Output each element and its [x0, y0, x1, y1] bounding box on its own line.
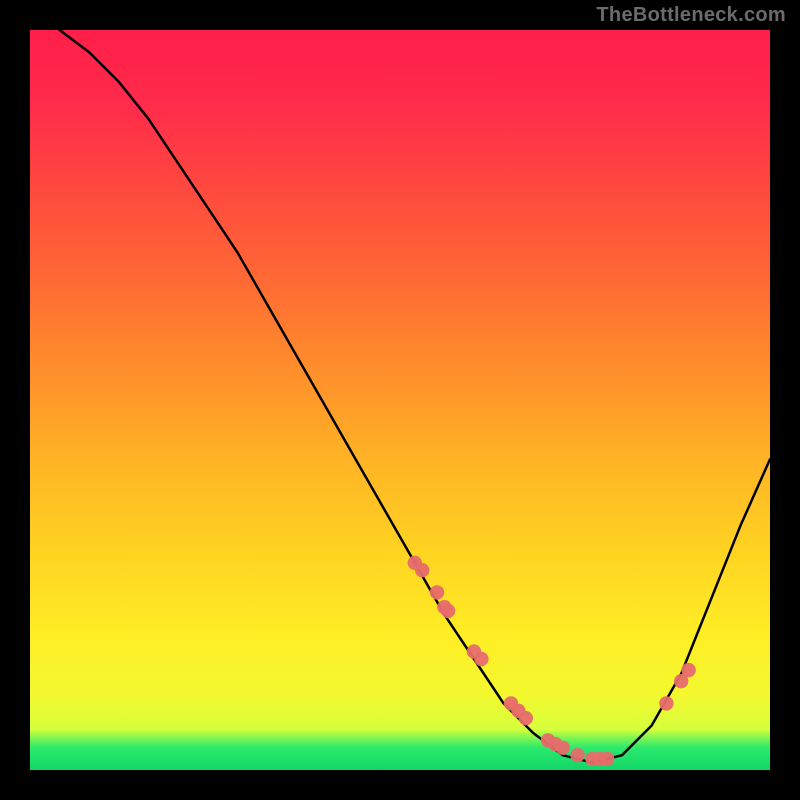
data-point: [570, 748, 584, 762]
data-point: [600, 752, 614, 766]
data-point: [474, 652, 488, 666]
plot-area: [30, 30, 770, 770]
data-point: [519, 711, 533, 725]
chart-svg: [30, 30, 770, 770]
chart-frame: TheBottleneck.com: [0, 0, 800, 800]
data-point: [430, 585, 444, 599]
watermark-text: TheBottleneck.com: [596, 4, 786, 27]
data-point: [681, 663, 695, 677]
data-point: [556, 741, 570, 755]
data-point: [415, 563, 429, 577]
gradient-background: [30, 30, 770, 770]
data-point: [441, 604, 455, 618]
data-point: [659, 696, 673, 710]
